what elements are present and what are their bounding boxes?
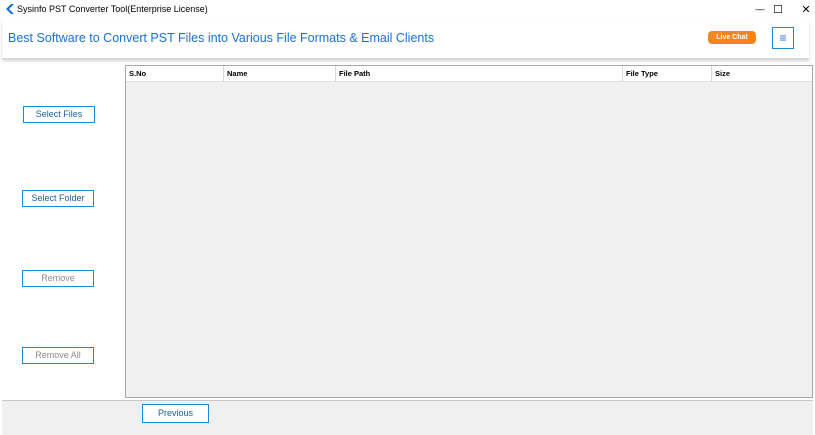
window-titlebar: Sysinfo PST Converter Tool(Enterprise Li…	[0, 0, 815, 18]
maximize-icon: ☐	[773, 3, 783, 16]
select-folder-button[interactable]: Select Folder	[22, 190, 94, 207]
footer-bar	[2, 400, 813, 435]
table-header: S.No Name File Path File Type Size	[126, 66, 812, 82]
select-files-button[interactable]: Select Files	[23, 106, 95, 123]
window-title: Sysinfo PST Converter Tool(Enterprise Li…	[17, 4, 208, 14]
app-logo-icon	[6, 4, 14, 14]
previous-button[interactable]: Previous	[142, 404, 209, 423]
column-header-file-type[interactable]: File Type	[623, 66, 712, 81]
column-header-name[interactable]: Name	[224, 66, 336, 81]
column-header-file-path[interactable]: File Path	[336, 66, 623, 81]
remove-button[interactable]: Remove	[22, 270, 94, 287]
column-header-sno[interactable]: S.No	[126, 66, 224, 81]
hamburger-menu-icon: ≡	[779, 31, 787, 45]
close-button[interactable]: ✕	[789, 0, 815, 18]
remove-all-button[interactable]: Remove All	[22, 347, 94, 364]
header-banner: Best Software to Convert PST Files into …	[2, 20, 809, 59]
menu-button[interactable]: ≡	[772, 27, 794, 49]
live-chat-button[interactable]: Live Chat	[708, 31, 756, 44]
close-icon: ✕	[801, 3, 811, 16]
column-header-size[interactable]: Size	[712, 66, 812, 81]
file-list-table[interactable]: S.No Name File Path File Type Size	[125, 65, 813, 398]
header-title: Best Software to Convert PST Files into …	[8, 31, 435, 45]
